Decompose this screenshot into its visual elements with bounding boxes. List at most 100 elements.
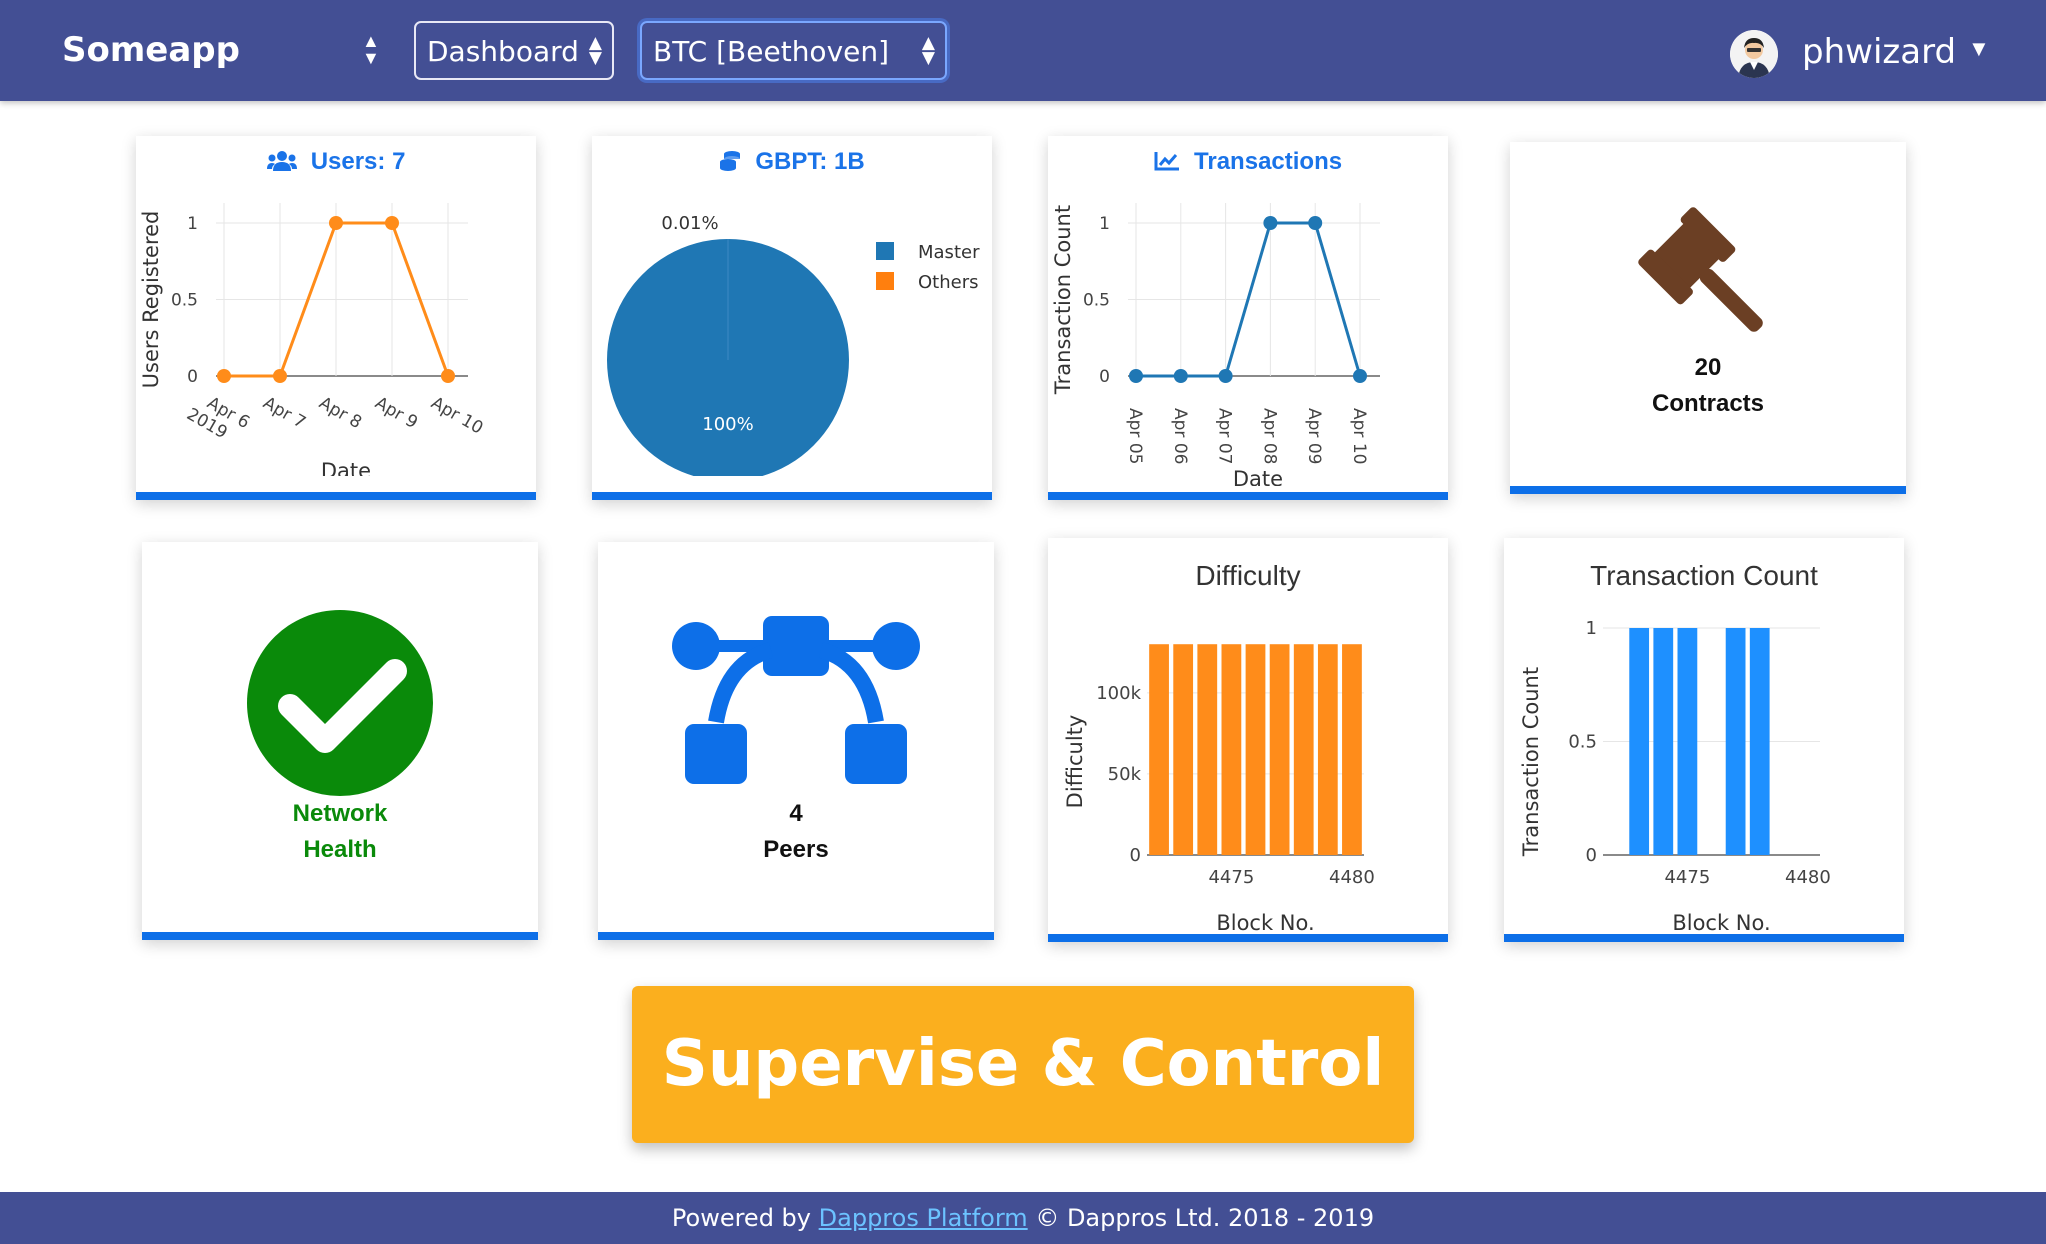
footer-prefix: Powered by — [671, 1204, 811, 1232]
y-axis-label: Transaction Count — [1051, 205, 1075, 395]
x-tick-label: Apr 05 — [1125, 408, 1145, 464]
network-health-label-1: Network — [292, 800, 388, 827]
dappros-platform-link[interactable]: Dappros Platform — [819, 1204, 1028, 1232]
difficulty-chart: 0 50k 100k 4475 4480 Block No. Difficulty — [1063, 644, 1375, 934]
users-card[interactable]: Users: 7 0 0.5 1 Apr 62019 Apr 7 Apr 8 Apr 9 Ap… — [136, 136, 536, 500]
x-axis-label: Date — [321, 459, 371, 476]
x-tick-label: 4480 — [1785, 867, 1831, 888]
transactions-card[interactable]: Transactions 0 0.5 1 Apr 05 Apr 06 Apr 07 Apr … — [1048, 136, 1448, 500]
x-tick-label: Apr 8 — [316, 393, 366, 433]
x-tick-label: 4475 — [1664, 867, 1710, 888]
username[interactable]: phwizard — [1802, 32, 1956, 72]
data-point — [385, 216, 399, 230]
x-tick-label: 4480 — [1329, 867, 1375, 888]
pie-data-label: 100% — [702, 414, 753, 435]
y-axis-label: Users Registered — [139, 211, 163, 389]
peers-card[interactable]: 4 Peers — [598, 542, 994, 940]
data-point — [1173, 369, 1188, 383]
data-point — [1129, 369, 1143, 383]
difficulty-card[interactable]: Difficulty 0 50k 100k 4475 4480 Block No. Diff… — [1048, 538, 1448, 942]
bar — [1221, 644, 1242, 855]
x-axis-label: Date — [1233, 467, 1283, 486]
users-chart: 0 0.5 1 Apr 62019 Apr 7 Apr 8 Apr 9 Apr 10 Date U… — [139, 203, 487, 476]
x-tick-label: Apr 7 — [260, 393, 310, 433]
tx-count-chart: 0 0.5 1 4475 4480 Block No. Transaction Count — [1519, 618, 1831, 934]
y-tick-label: 1 — [1099, 214, 1110, 234]
contracts-label: Contracts — [1651, 390, 1765, 417]
network-health-card[interactable]: Network Health — [142, 542, 538, 940]
network-select-value: BTC [Beethoven] — [653, 35, 890, 68]
legend-label: Others — [918, 272, 979, 293]
x-tick-label: Apr 10 — [428, 393, 487, 439]
x-tick-label: Apr 09 — [1304, 408, 1324, 464]
bar — [1197, 644, 1218, 855]
bar — [1749, 628, 1770, 855]
user-avatar[interactable] — [1730, 30, 1778, 78]
user-menu-caret-icon[interactable]: ▼ — [1968, 36, 1990, 62]
brand-name[interactable]: Someapp — [62, 30, 240, 70]
bar — [1629, 628, 1650, 855]
x-axis-label: Block No. — [1216, 911, 1314, 934]
data-point — [273, 369, 287, 383]
check-circle-icon — [247, 610, 433, 796]
legend-label: Master — [918, 242, 980, 263]
contracts-card[interactable]: 20 Contracts — [1510, 142, 1906, 494]
network-health-label-2: Health — [303, 836, 377, 863]
bar — [1677, 628, 1698, 855]
token-card[interactable]: GBPT: 1B 100% 0.01% Master Others — [592, 136, 992, 500]
footer: Powered by Dappros Platform © Dappros Lt… — [0, 1192, 2046, 1244]
y-tick-label: 0 — [1586, 845, 1597, 866]
tx-count-card[interactable]: Transaction Count 0 0.5 1 4475 4480 Block No.… — [1504, 538, 1904, 942]
data-point — [1263, 216, 1278, 230]
x-tick-label: Apr 9 — [372, 393, 422, 433]
gavel-icon — [1638, 207, 1763, 332]
data-point — [1353, 369, 1367, 383]
transactions-chart: 0 0.5 1 Apr 05 Apr 06 Apr 07 Apr 08 Apr 09 Apr 1… — [1051, 203, 1380, 486]
y-tick-label: 0.5 — [1568, 732, 1597, 753]
bar — [1173, 644, 1194, 855]
peers-count: 4 — [789, 800, 803, 827]
data-point — [329, 216, 343, 230]
bar — [1653, 628, 1674, 855]
bar — [1725, 628, 1746, 855]
bar — [1245, 644, 1266, 855]
y-tick-label: 0 — [1099, 367, 1110, 387]
network-select[interactable]: BTC [Beethoven] ▲ ▼ — [640, 21, 947, 80]
y-axis-label: Transaction Count — [1519, 667, 1543, 857]
bar — [1293, 644, 1314, 855]
data-point — [217, 369, 231, 383]
x-tick-label: Apr 10 — [1349, 408, 1369, 464]
select-caret-icon: ▲ ▼ — [588, 33, 602, 68]
data-point — [1218, 369, 1233, 383]
data-point — [441, 369, 455, 383]
bar — [1149, 644, 1169, 855]
top-navbar: Someapp ▲ ▼ Dashboard ▲ ▼ BTC [Beethoven] … — [0, 0, 2046, 101]
y-tick-label: 0 — [187, 367, 198, 387]
x-tick-label: Apr 08 — [1259, 408, 1279, 464]
x-tick-label: Apr 07 — [1215, 408, 1235, 464]
brand-select-caret-icon[interactable]: ▲ ▼ — [362, 32, 380, 67]
y-tick-label: 0 — [1130, 845, 1141, 866]
bar — [1317, 644, 1338, 855]
y-tick-label: 0.5 — [171, 291, 198, 311]
footer-copyright: © Dappros Ltd. 2018 - 2019 — [1035, 1204, 1375, 1232]
bar — [1342, 644, 1362, 855]
y-tick-label: 0.5 — [1083, 291, 1110, 311]
page-select-value: Dashboard — [427, 35, 579, 68]
pie-data-label: 0.01% — [661, 213, 718, 234]
select-caret-icon: ▲ ▼ — [921, 33, 935, 68]
token-pie-chart: 100% 0.01% Master Others — [606, 213, 980, 476]
x-axis-label: Block No. — [1672, 911, 1770, 934]
data-point — [1308, 216, 1323, 230]
supervise-control-button[interactable]: Supervise & Control — [632, 986, 1414, 1143]
x-tick-label: 4475 — [1208, 867, 1254, 888]
y-tick-label: 50k — [1108, 764, 1142, 785]
y-axis-label: Difficulty — [1063, 715, 1087, 809]
contracts-count: 20 — [1694, 354, 1722, 381]
page-select[interactable]: Dashboard ▲ ▼ — [414, 21, 614, 80]
y-tick-label: 100k — [1096, 683, 1141, 704]
peers-label: Peers — [763, 836, 829, 863]
x-tick-label: Apr 62019 — [183, 387, 253, 450]
peers-network-icon — [672, 616, 920, 784]
legend-swatch — [876, 272, 894, 290]
